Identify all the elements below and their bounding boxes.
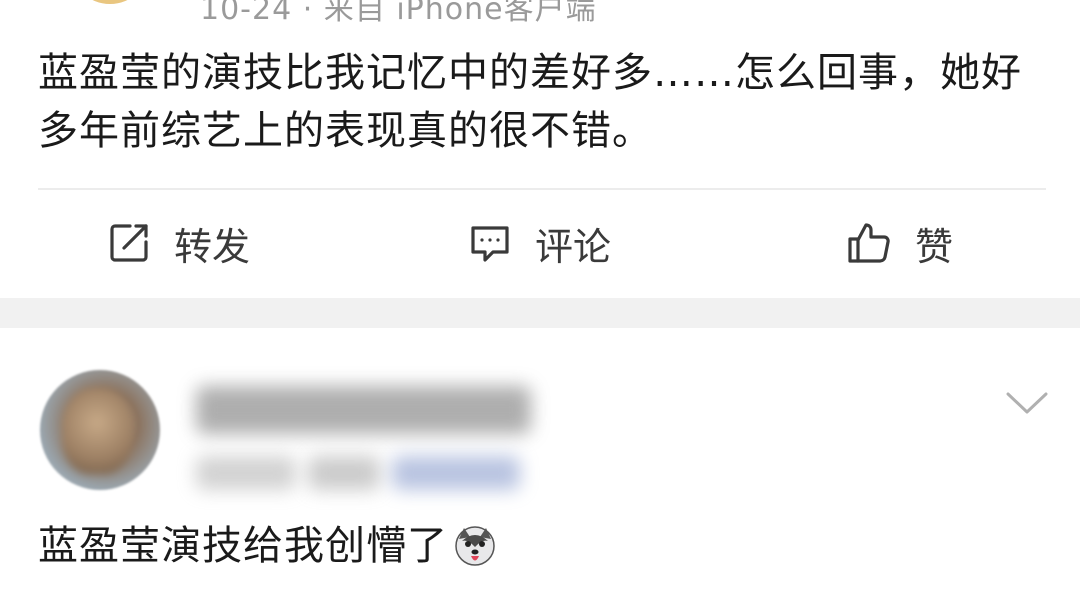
- repost-button[interactable]: 转发: [106, 218, 251, 269]
- commenter-avatar[interactable]: [40, 370, 160, 490]
- post-author-avatar[interactable]: [70, 0, 150, 4]
- post-meta: 10-24 · 来自 iPhone客户端: [200, 0, 597, 27]
- weibo-post-card: 10-24 · 来自 iPhone客户端 蓝盈莹的演技比我记忆中的差好多……怎么…: [0, 0, 1080, 298]
- comment-button[interactable]: 评论: [467, 218, 612, 269]
- like-label: 赞: [915, 224, 954, 269]
- repost-label: 转发: [174, 224, 251, 269]
- post-body-text: 蓝盈莹的演技比我记忆中的差好多……怎么回事，她好多年前综艺上的表现真的很不错。: [38, 50, 1022, 154]
- post-divider: [38, 188, 1046, 190]
- comment-time-blurred: [196, 456, 296, 490]
- comment-label: 评论: [535, 224, 612, 269]
- avatar-dog-image: [62, 388, 132, 474]
- comment-source-blurred: [308, 456, 380, 490]
- comment-card: 蓝盈莹演技给我创懵了: [0, 328, 1080, 602]
- section-separator: [0, 298, 1080, 328]
- chevron-down-icon[interactable]: [1004, 388, 1050, 418]
- like-button[interactable]: 赞: [845, 218, 954, 269]
- comment-icon: [467, 220, 513, 266]
- husky-emoji-icon: [455, 526, 495, 566]
- commenter-name-blurred[interactable]: [196, 386, 531, 434]
- comment-body-text: 蓝盈莹演技给我创懵了: [38, 523, 448, 569]
- comment-body: 蓝盈莹演技给我创懵了: [38, 518, 496, 574]
- thumbs-up-icon: [845, 219, 893, 267]
- repost-icon: [106, 220, 152, 266]
- comment-device-blurred: [392, 456, 520, 490]
